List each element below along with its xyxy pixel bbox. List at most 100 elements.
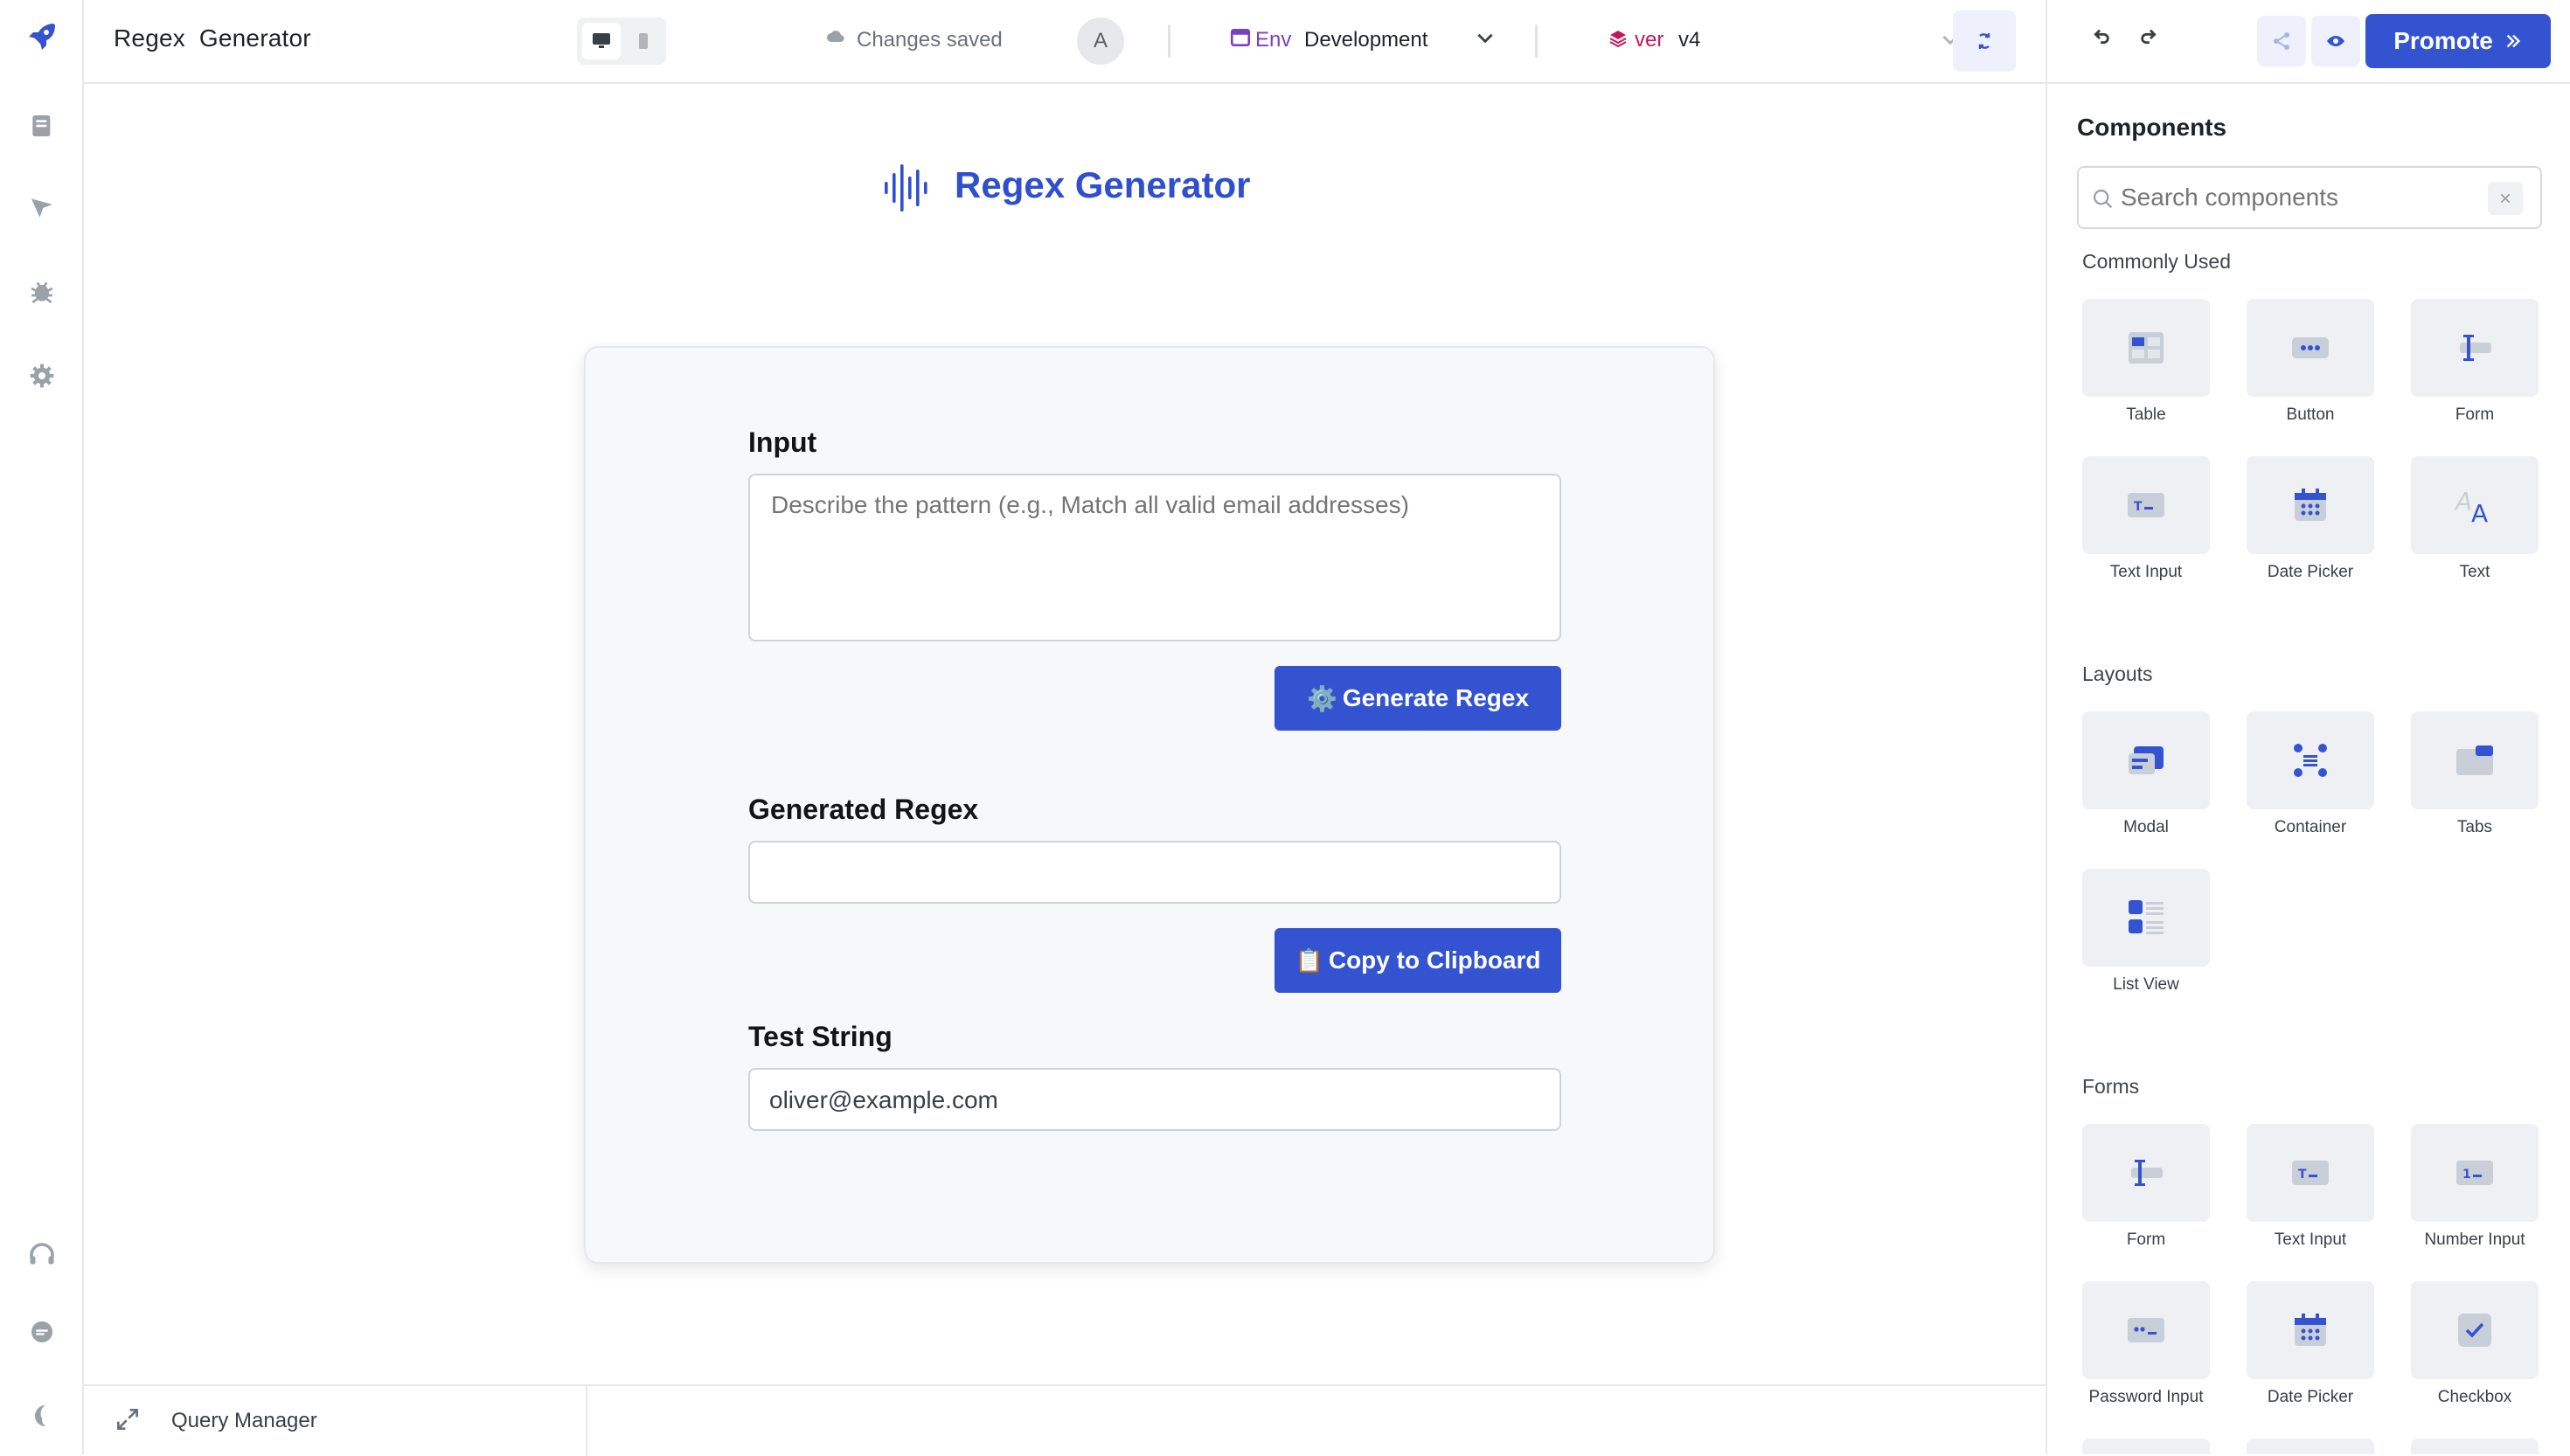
svg-text:1: 1 bbox=[2462, 1168, 2471, 1182]
calendar-icon bbox=[2295, 489, 2326, 521]
section-title-forms: Forms bbox=[2082, 1075, 2140, 1098]
svg-text:T: T bbox=[2298, 1168, 2307, 1182]
component-label: Date Picker bbox=[2267, 563, 2354, 581]
list-view-icon bbox=[2129, 900, 2164, 934]
environment-icon bbox=[1229, 26, 1254, 51]
component-number-input[interactable]: 1 bbox=[2411, 1124, 2539, 1222]
component-button[interactable] bbox=[2247, 299, 2374, 397]
page-heading: Regex Generator bbox=[955, 164, 1251, 205]
chat-icon[interactable] bbox=[24, 1314, 59, 1349]
audio-wave-logo-icon bbox=[881, 161, 930, 215]
dark-mode-moon-icon[interactable] bbox=[24, 1398, 59, 1433]
version-selector[interactable]: v4 bbox=[1678, 28, 1700, 52]
top-bar: Regex Generator Changes saved A Env Deve… bbox=[84, 0, 2046, 84]
component-modal[interactable] bbox=[2082, 711, 2210, 809]
button-icon bbox=[2292, 337, 2329, 358]
form-icon bbox=[2460, 335, 2491, 361]
component-tile-partial[interactable] bbox=[2411, 1439, 2539, 1454]
form-icon bbox=[2131, 1160, 2163, 1186]
app-title[interactable]: Regex Generator bbox=[114, 24, 311, 52]
generate-regex-label: Generate Regex bbox=[1342, 684, 1530, 711]
component-container[interactable] bbox=[2247, 711, 2374, 809]
expand-arrows-icon[interactable] bbox=[114, 1405, 143, 1435]
component-label: Tabs bbox=[2456, 818, 2493, 836]
version-tag: ver bbox=[1635, 28, 1664, 52]
section-title-commonly-used: Commonly Used bbox=[2082, 250, 2231, 273]
svg-text:T: T bbox=[2134, 500, 2143, 514]
cloud-saved-icon bbox=[825, 26, 848, 49]
component-tile-partial[interactable] bbox=[2082, 1439, 2210, 1454]
text-input-icon: T bbox=[2292, 1161, 2329, 1185]
env-tag: Env bbox=[1255, 28, 1292, 52]
bottom-bar: Query Manager bbox=[84, 1384, 2046, 1456]
component-label: Form bbox=[2455, 406, 2495, 424]
component-label: Number Input bbox=[2424, 1231, 2525, 1249]
support-headset-icon[interactable] bbox=[24, 1238, 59, 1272]
component-search-box[interactable] bbox=[2077, 166, 2542, 229]
mobile-view-icon[interactable] bbox=[624, 23, 663, 59]
rocket-logo-icon[interactable] bbox=[24, 19, 59, 54]
divider bbox=[586, 1386, 587, 1456]
pattern-description-input[interactable] bbox=[748, 474, 1561, 641]
component-form[interactable] bbox=[2411, 299, 2539, 397]
test-string-input[interactable]: oliver@example.com bbox=[748, 1068, 1561, 1131]
component-checkbox[interactable] bbox=[2411, 1281, 2539, 1379]
component-label: Text Input bbox=[2274, 1231, 2347, 1249]
container-icon bbox=[2294, 744, 2327, 777]
clear-search-icon[interactable] bbox=[2488, 182, 2523, 215]
search-input[interactable] bbox=[2121, 180, 2470, 215]
generate-regex-button[interactable]: ⚙️ Generate Regex bbox=[1275, 666, 1561, 731]
component-label: Container bbox=[2274, 818, 2347, 836]
user-avatar[interactable]: A bbox=[1077, 17, 1124, 65]
component-form[interactable] bbox=[2082, 1124, 2210, 1222]
clipboard-icon: 📋 bbox=[1295, 946, 1323, 974]
component-label: Form bbox=[2126, 1231, 2166, 1249]
sync-refresh-icon[interactable] bbox=[1953, 10, 2016, 72]
text-glyph-icon: AA bbox=[2454, 487, 2488, 525]
calendar-icon bbox=[2295, 1314, 2326, 1346]
component-tile-partial[interactable] bbox=[2247, 1439, 2374, 1454]
component-text[interactable]: AA bbox=[2411, 456, 2539, 554]
text-input-icon: T bbox=[2128, 493, 2164, 517]
component-password-input[interactable] bbox=[2082, 1281, 2210, 1379]
section-title-layouts: Layouts bbox=[2082, 662, 2153, 685]
settings-gear-icon[interactable] bbox=[24, 358, 59, 393]
share-icon[interactable] bbox=[2257, 16, 2306, 66]
svg-text:A: A bbox=[2454, 487, 2472, 516]
component-date-picker[interactable] bbox=[2247, 456, 2374, 554]
component-text-input[interactable]: T bbox=[2082, 456, 2210, 554]
component-list-view[interactable] bbox=[2082, 869, 2210, 967]
password-input-icon bbox=[2128, 1318, 2164, 1342]
gear-icon: ⚙️ bbox=[1306, 684, 1337, 712]
tabs-icon bbox=[2456, 745, 2493, 775]
undo-icon[interactable] bbox=[2087, 26, 2115, 54]
component-label: Checkbox bbox=[2437, 1388, 2512, 1406]
promote-button[interactable]: Promote bbox=[2365, 14, 2551, 68]
panel-divider bbox=[2047, 82, 2570, 84]
component-label: Text bbox=[2459, 563, 2490, 581]
preview-eye-icon[interactable] bbox=[2311, 16, 2360, 66]
pages-icon[interactable] bbox=[24, 108, 59, 143]
generated-regex-field[interactable] bbox=[748, 841, 1561, 904]
regex-card: Input ⚙️ Generate Regex Generated Regex … bbox=[584, 346, 1715, 1264]
svg-text:A: A bbox=[2471, 499, 2488, 525]
component-tabs[interactable] bbox=[2411, 711, 2539, 809]
components-panel: Promote Components Commonly Used Table B… bbox=[2046, 0, 2570, 1454]
env-chevron-down-icon[interactable] bbox=[1474, 26, 1498, 51]
query-manager-label[interactable]: Query Manager bbox=[171, 1409, 317, 1433]
copy-to-clipboard-button[interactable]: 📋 Copy to Clipboard bbox=[1275, 928, 1561, 993]
inspector-icon[interactable] bbox=[24, 191, 59, 225]
component-label: List View bbox=[2113, 975, 2179, 994]
component-label: Button bbox=[2286, 406, 2335, 424]
component-text-input[interactable]: T bbox=[2247, 1124, 2374, 1222]
input-label: Input bbox=[748, 426, 817, 458]
debugger-bug-icon[interactable] bbox=[24, 274, 59, 309]
desktop-view-icon[interactable] bbox=[582, 23, 621, 59]
version-layers-icon bbox=[1607, 28, 1629, 51]
component-date-picker[interactable] bbox=[2247, 1281, 2374, 1379]
promote-label: Promote bbox=[2393, 27, 2493, 54]
redo-icon[interactable] bbox=[2138, 26, 2166, 54]
divider bbox=[1535, 24, 1538, 58]
component-table[interactable] bbox=[2082, 299, 2210, 397]
environment-selector[interactable]: Development bbox=[1304, 28, 1427, 52]
